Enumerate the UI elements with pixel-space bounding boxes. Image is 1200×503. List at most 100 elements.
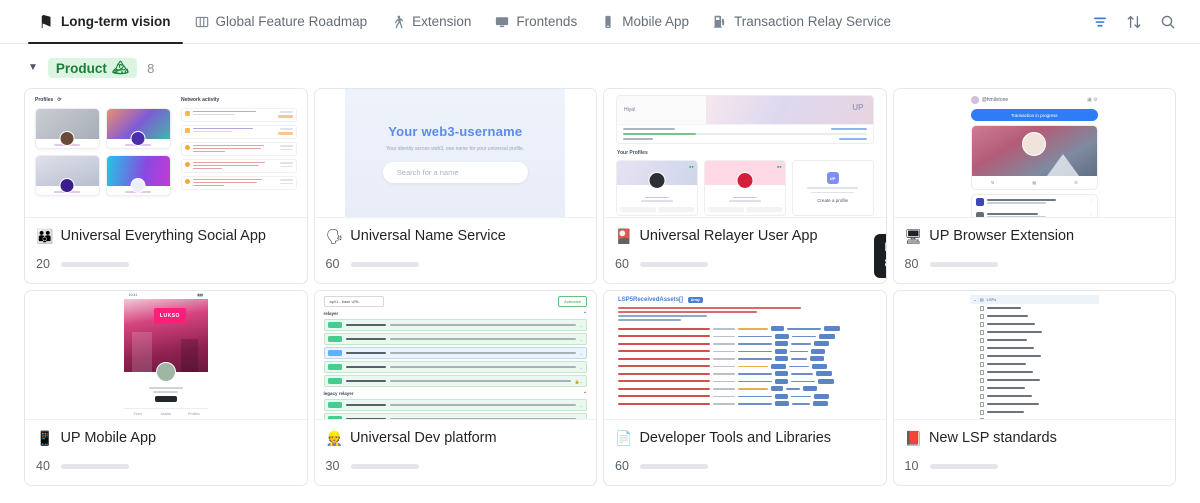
activity-row: [180, 176, 297, 190]
card-icon: 🎴: [615, 228, 633, 244]
card-thumbnail: LSP5ReceivedAssets[] Array: [604, 291, 886, 420]
card-title: Universal Everything Social App: [60, 228, 266, 244]
status-time: 10:41: [128, 293, 138, 297]
progress-track[interactable]: [350, 463, 419, 469]
search-icon[interactable]: [1160, 14, 1176, 30]
filter-icon[interactable]: [1092, 14, 1108, 30]
docs-row: [618, 348, 872, 354]
mobile-tab: Profiles: [188, 412, 200, 416]
progress-track[interactable]: [640, 261, 708, 267]
collapse-group-caret[interactable]: ▼: [28, 63, 38, 73]
header-icons: ▣ ⚙: [1087, 97, 1098, 103]
profile-card: [105, 108, 171, 149]
progress-track[interactable]: [61, 261, 129, 267]
desktop-icon: [495, 15, 509, 29]
thumbnail-relayer-app-mock: Hiya! Your Profiles ●●: [604, 89, 886, 217]
construction-worker-icon: 👷: [325, 430, 343, 446]
board-card-universal-dev-platform[interactable]: api/1 - base URL Authorize relayer ⌃ ⌄ ⌄ …: [313, 290, 597, 486]
sort-icon[interactable]: [1126, 14, 1142, 30]
thumbnail-dev-platform-mock: api/1 - base URL Authorize relayer ⌃ ⌄ ⌄ …: [314, 291, 596, 419]
board-card-universal-name-service[interactable]: Your web3-username Your identity across …: [313, 88, 597, 284]
api-endpoint-row: ⌄: [323, 361, 587, 373]
progress-value: 40: [36, 459, 50, 473]
extension-username: @hmilstone: [981, 97, 1009, 103]
fuel-pump-icon: [713, 15, 727, 29]
docs-row: [618, 393, 872, 399]
card-progress: 40: [36, 459, 296, 473]
progress-value: 60: [325, 257, 340, 271]
create-profile-label: Create a profile: [817, 198, 848, 204]
api-group-label: relayer: [323, 311, 339, 316]
card-thumbnail: 10:41 ▮▮▮ LUKSO Feed Assets Profiles: [25, 291, 307, 420]
name-service-subtitle: Your identity across web3, one name for …: [386, 145, 525, 152]
docs-row: [618, 326, 872, 332]
tab-global-feature-roadmap[interactable]: Global Feature Roadmap: [183, 0, 380, 43]
api-endpoint-row: ⌄: [323, 347, 587, 359]
card-progress: 20: [36, 257, 296, 271]
docs-row: [618, 356, 872, 362]
progress-track[interactable]: [640, 463, 708, 469]
thumbnail-docs-mock: LSP5ReceivedAssets[] Array: [604, 291, 886, 419]
board-card-developer-tools-and-libraries[interactable]: LSP5ReceivedAssets[] Array 📄 Developer T…: [603, 290, 887, 486]
card-body: 🎴 Universal Relayer User App 60: [604, 218, 886, 283]
progress-track[interactable]: [61, 463, 129, 469]
board-card-universal-relayer-user-app[interactable]: Hiya! Your Profiles ●●: [603, 88, 887, 284]
file-row: [970, 368, 1099, 376]
card-progress: 60: [615, 459, 875, 473]
person-walking-icon: [391, 15, 405, 29]
mobile-tab: Assets: [160, 412, 171, 416]
progress-value: 60: [615, 257, 629, 271]
thumbnail-mobile-app-mock: 10:41 ▮▮▮ LUKSO Feed Assets Profiles: [25, 291, 307, 419]
folder-icon: ▤: [979, 297, 984, 302]
docs-row: [618, 401, 872, 407]
docs-heading: LSP5ReceivedAssets[]: [618, 297, 684, 303]
file-row: [970, 304, 1099, 312]
tab-transaction-relay-service[interactable]: Transaction Relay Service: [701, 0, 903, 43]
tab-frontends[interactable]: Frontends: [483, 0, 589, 43]
card-thumbnail: ⌄ ▤ LSPs: [893, 291, 1175, 420]
api-endpoint-row: ⌄: [323, 319, 587, 331]
speaking-head-icon: 🗣: [325, 228, 344, 244]
file-row: [970, 408, 1099, 416]
board-card-up-mobile-app[interactable]: 10:41 ▮▮▮ LUKSO Feed Assets Profiles 📱 U…: [24, 290, 308, 486]
file-row: [970, 360, 1099, 368]
closed-book-icon: 📕: [904, 430, 922, 446]
progress-track[interactable]: [929, 261, 998, 267]
mobile-tab: Feed: [133, 412, 142, 416]
file-row: [970, 312, 1099, 320]
card-body: 👪 Universal Everything Social App 20: [25, 218, 307, 283]
avatar: [970, 96, 979, 104]
activity-row: [180, 108, 297, 122]
card-title: Universal Relayer User App: [639, 228, 818, 244]
tab-mobile-app[interactable]: Mobile App: [589, 0, 701, 43]
tab-label: Transaction Relay Service: [734, 14, 892, 29]
docs-row: [618, 333, 872, 339]
api-endpoint-row: ⌄: [323, 413, 587, 419]
thumbnail-browser-extension-mock: @hmilstone ▣ ⚙ Transaction in progress ⇅…: [893, 89, 1175, 217]
toolbar-actions: [1092, 0, 1184, 43]
api-endpoint-row: ⌄: [323, 333, 587, 345]
up-logo: UP: [826, 172, 839, 184]
board-card-universal-everything-social-app[interactable]: Profiles ⟳ Network activity 👪 Universal …: [24, 88, 308, 284]
tab-extension[interactable]: Extension: [379, 0, 483, 43]
profile-card: [35, 108, 100, 149]
profile-card: [35, 155, 100, 196]
progress-value: 20: [36, 257, 50, 271]
activity-row: [180, 142, 297, 156]
file-row: [970, 376, 1099, 384]
board-card-new-lsp-standards[interactable]: ⌄ ▤ LSPs 📕 New LSP standards 10: [892, 290, 1176, 486]
progress-track[interactable]: [350, 261, 419, 267]
board-card-up-browser-extension[interactable]: @hmilstone ▣ ⚙ Transaction in progress ⇅…: [892, 88, 1176, 284]
group-header: ▼ Product 🏔 8: [0, 44, 1200, 88]
group-pill-product[interactable]: Product 🏔: [47, 58, 138, 78]
desktop-computer-icon: 🖥: [904, 228, 923, 244]
card-title-row: 👷 Universal Dev platform: [326, 430, 586, 446]
up-banner-art: [706, 96, 873, 124]
progress-value: 30: [325, 459, 340, 473]
tab-long-term-vision[interactable]: Long-term vision: [28, 0, 183, 44]
card-progress: 60: [326, 257, 586, 271]
progress-track[interactable]: [929, 463, 998, 469]
family-icon: 👪: [36, 228, 54, 244]
create-profile-card: UP Create a profile: [791, 159, 874, 216]
columns-icon: [195, 15, 209, 29]
